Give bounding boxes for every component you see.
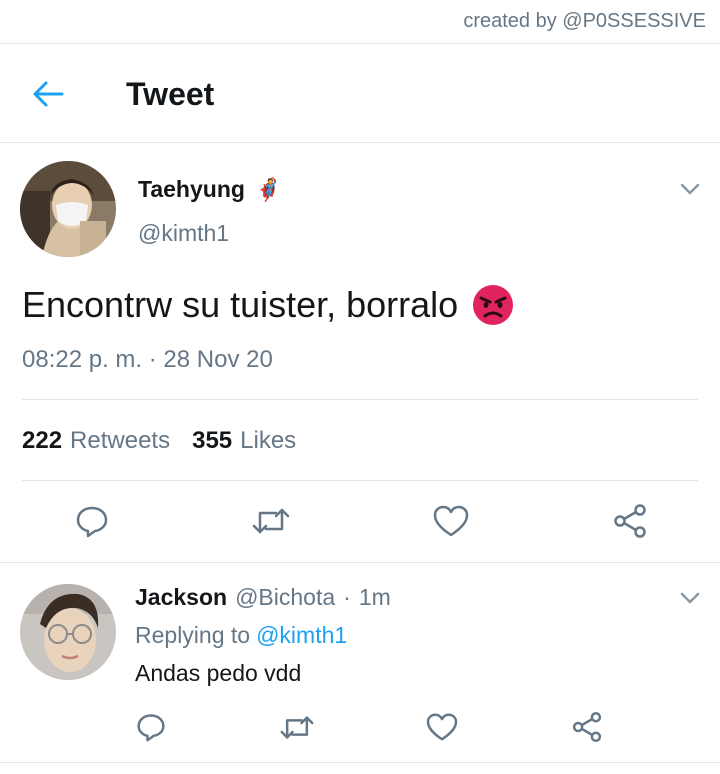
share-icon — [572, 711, 602, 743]
reply-time: 1m — [358, 584, 391, 610]
tweet-timestamp: 08:22 p. m. · 28 Nov 20 — [22, 346, 273, 373]
top-header: Tweet — [0, 44, 720, 142]
replying-label: Replying to — [135, 622, 251, 648]
superhero-emoji: 🦸 — [254, 176, 283, 202]
divider — [22, 480, 698, 481]
author-avatar[interactable] — [20, 161, 116, 257]
reply-author-avatar[interactable] — [20, 584, 116, 680]
reply-like-button[interactable] — [425, 711, 459, 743]
author-name[interactable]: Taehyung 🦸 — [138, 176, 282, 203]
tweet-text: Encontrw su tuister, borralo — [22, 284, 514, 326]
share-button[interactable] — [610, 502, 650, 540]
share-icon — [614, 504, 646, 538]
likes-label: Likes — [240, 427, 297, 454]
reply-share-button[interactable] — [570, 710, 604, 744]
chevron-down-icon — [680, 183, 700, 195]
reply-header: Jackson @Bichota · 1m — [135, 584, 391, 611]
reply-text: Andas pedo vdd — [135, 660, 302, 686]
heart-icon — [426, 713, 458, 741]
reply-menu-button[interactable] — [677, 585, 703, 611]
like-button[interactable] — [431, 503, 471, 539]
chevron-down-icon — [680, 592, 700, 604]
heart-icon — [433, 505, 469, 537]
retweet-icon — [280, 715, 314, 739]
tweet-menu-button[interactable] — [677, 176, 703, 202]
tweet-text-content: Encontrw su tuister, borralo — [22, 284, 459, 325]
reply-author-handle[interactable]: @Bichota — [235, 584, 335, 611]
author-handle[interactable]: @kimth1 — [138, 220, 229, 247]
likes-stat[interactable]: 355 Likes — [192, 427, 296, 455]
tweet-stats: 222 Retweets 355 Likes — [22, 427, 296, 455]
bottom-divider — [0, 762, 720, 763]
credit-text: created by @P0SSESSIVE — [463, 10, 706, 32]
likes-count: 355 — [192, 427, 233, 454]
arrow-left-icon — [33, 81, 64, 107]
retweets-stat[interactable]: 222 Retweets — [22, 427, 170, 455]
retweets-count: 222 — [22, 427, 63, 454]
reply-reply-button[interactable] — [134, 710, 168, 744]
reply-icon — [137, 714, 165, 742]
back-button[interactable] — [28, 74, 68, 114]
header-divider — [0, 142, 720, 143]
reply-author-name[interactable]: Jackson — [135, 584, 227, 611]
replying-to: Replying to @kimth1 — [135, 622, 347, 649]
reply-separator: · — [343, 584, 351, 610]
author-name-text: Taehyung — [138, 176, 245, 202]
reply-button[interactable] — [72, 503, 112, 539]
section-divider — [0, 562, 720, 563]
angry-face-icon — [473, 285, 514, 325]
reply-icon — [76, 506, 108, 538]
retweet-icon — [252, 508, 290, 534]
retweets-label: Retweets — [70, 427, 171, 454]
retweet-button[interactable] — [251, 503, 291, 539]
reply-retweet-button[interactable] — [279, 711, 315, 743]
replying-handle-link[interactable]: @kimth1 — [256, 622, 347, 649]
page-title: Tweet — [126, 76, 215, 112]
divider — [22, 399, 698, 400]
